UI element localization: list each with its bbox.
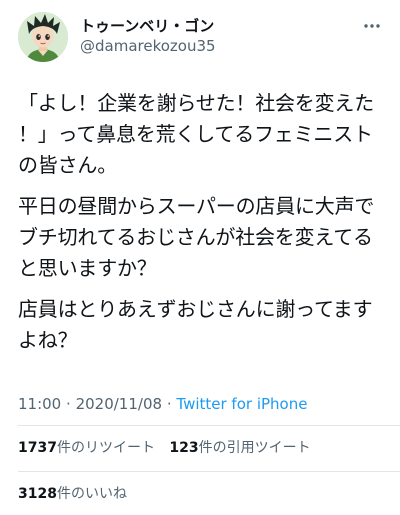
tweet-date[interactable]: 2020/11/08 — [76, 395, 162, 413]
meta-separator: · — [166, 395, 172, 413]
tweet-client-link[interactable]: Twitter for iPhone — [176, 395, 307, 413]
anime-boy-avatar-icon — [18, 12, 68, 62]
more-horizontal-icon — [364, 24, 380, 28]
more-button[interactable] — [358, 16, 382, 36]
tweet-header: トゥーンベリ・ゴン @damarekozou35 — [18, 8, 382, 68]
quotes-stat[interactable]: 123件の引用ツイート — [169, 438, 310, 458]
likes-stat[interactable]: 3128件のいいね — [18, 484, 127, 504]
engagement-stats: 1737件のリツイート 123件の引用ツイート — [18, 438, 321, 458]
divider — [18, 471, 400, 472]
quotes-label: 件の引用ツイート — [198, 440, 311, 456]
likes-stats: 3128件のいいね — [18, 484, 137, 504]
user-handle[interactable]: @damarekozou35 — [80, 36, 216, 56]
tweet-detail: トゥーンベリ・ゴン @damarekozou35 「よし！企業を謝らせた！社会を… — [0, 0, 400, 515]
tweet-paragraph: 平日の昼間からスーパーの店員に大声でブチ切れてるおじさんが社会を変えてると思いま… — [18, 194, 375, 280]
tweet-paragraph: 「よし！企業を謝らせた！社会を変えた！」って鼻息を荒くしてるフェミニストの皆さん… — [18, 91, 374, 177]
meta-separator: · — [66, 395, 71, 413]
tweet-paragraph: 店員はとりあえずおじさんに謝ってますよね？ — [18, 297, 373, 352]
tweet-meta: 11:00 · 2020/11/08 · Twitter for iPhone — [18, 394, 307, 414]
display-name[interactable]: トゥーンベリ・ゴン — [80, 16, 216, 36]
tweet-text: 「よし！企業を謝らせた！社会を変えた！」って鼻息を荒くしてるフェミニストの皆さん… — [18, 88, 386, 366]
avatar[interactable] — [18, 12, 68, 62]
retweets-count: 1737 — [18, 440, 57, 456]
quotes-count: 123 — [169, 440, 199, 456]
divider — [18, 425, 400, 426]
likes-label: 件のいいね — [56, 486, 127, 502]
retweets-stat[interactable]: 1737件のリツイート — [18, 438, 155, 458]
likes-count: 3128 — [18, 486, 57, 502]
user-names: トゥーンベリ・ゴン @damarekozou35 — [80, 16, 216, 56]
tweet-time[interactable]: 11:00 — [18, 395, 61, 413]
retweets-label: 件のリツイート — [56, 440, 155, 456]
